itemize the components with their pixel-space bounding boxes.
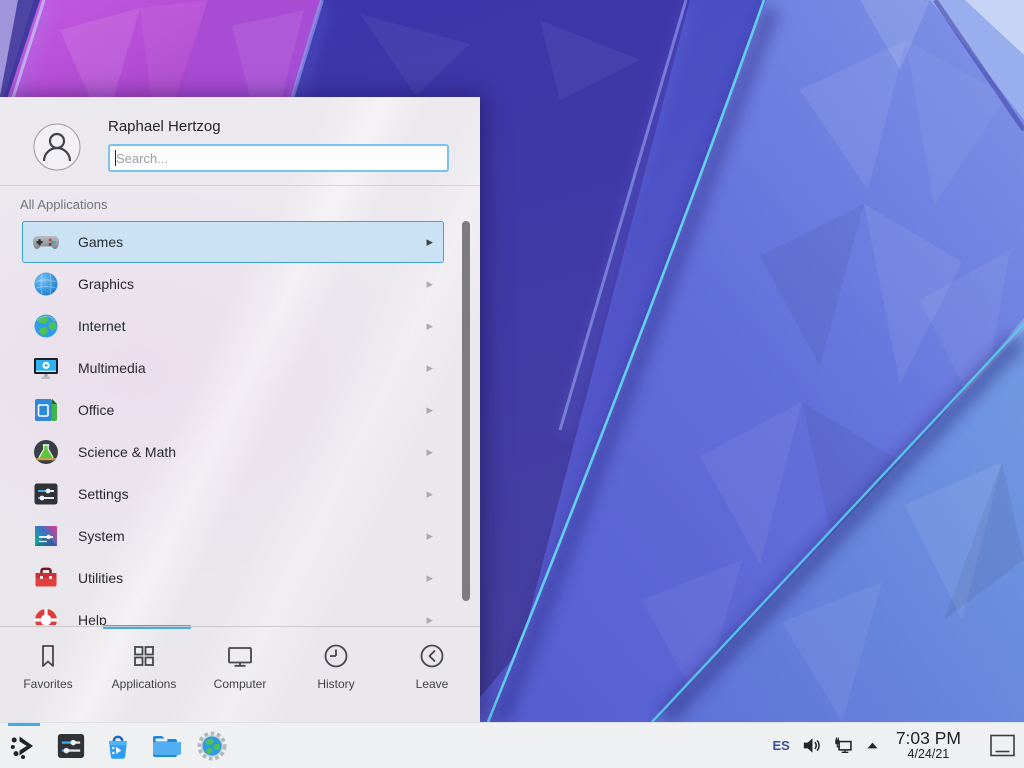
submenu-arrow-icon: ▸: [426, 318, 433, 334]
submenu-arrow-icon: ▸: [426, 276, 433, 292]
submenu-arrow-icon: ▸: [426, 612, 433, 625]
bookmark-icon: [33, 641, 63, 671]
submenu-arrow-icon: ▸: [426, 402, 433, 418]
section-label: All Applications: [20, 197, 107, 212]
menu-item-label: System: [78, 528, 426, 544]
tab-history[interactable]: History: [288, 641, 384, 722]
tab-label: Favorites: [23, 677, 72, 691]
menu-item-utilities[interactable]: Utilities▸: [22, 557, 444, 599]
applications-list: Games▸Graphics▸Internet▸Multimedia▸Offic…: [0, 221, 480, 625]
submenu-arrow-icon: ▸: [426, 360, 433, 376]
system-settings-button[interactable]: [54, 723, 88, 768]
taskbar-app-icons: [0, 723, 229, 768]
submenu-arrow-icon: ▸: [426, 444, 433, 460]
office-document-icon: [32, 396, 60, 424]
menu-item-label: Multimedia: [78, 360, 426, 376]
tab-label: Applications: [112, 677, 177, 691]
search-input[interactable]: [108, 144, 449, 172]
leave-icon: [417, 641, 447, 671]
menu-item-label: Graphics: [78, 276, 426, 292]
menu-item-label: Settings: [78, 486, 426, 502]
application-launcher-button[interactable]: [7, 723, 41, 768]
submenu-arrow-icon: ▸: [426, 528, 433, 544]
expand-tray-arrow-icon[interactable]: [865, 738, 880, 753]
applications-grid-icon: [129, 641, 159, 671]
user-name: Raphael Hertzog: [108, 118, 221, 135]
submenu-arrow-icon: ▸: [426, 234, 433, 250]
menu-item-graphics[interactable]: Graphics▸: [22, 263, 444, 305]
settings-sliders-icon: [55, 730, 87, 762]
utilities-toolbox-icon: [32, 564, 60, 592]
browser-globe-icon: [196, 730, 228, 762]
menu-item-multimedia[interactable]: Multimedia▸: [22, 347, 444, 389]
digital-clock[interactable]: 7:03 PM 4/24/21: [896, 729, 961, 762]
user-avatar-icon: [33, 123, 81, 171]
volume-icon[interactable]: [801, 735, 822, 756]
show-desktop-icon: [989, 733, 1016, 758]
multimedia-monitor-icon: [32, 354, 60, 382]
discover-bag-icon: [102, 730, 134, 762]
taskbar: ES 7:03 PM 4/24/21: [0, 722, 1024, 768]
menu-item-label: Utilities: [78, 570, 426, 586]
submenu-arrow-icon: ▸: [426, 570, 433, 586]
menu-item-label: Internet: [78, 318, 426, 334]
menu-item-office[interactable]: Office▸: [22, 389, 444, 431]
desktop: Raphael Hertzog All Applications Games▸G…: [0, 0, 1024, 768]
graphics-sphere-icon: [32, 270, 60, 298]
clock-date: 4/24/21: [896, 748, 961, 762]
system-monitor-icon: [32, 522, 60, 550]
network-icon[interactable]: [833, 735, 854, 756]
menu-item-games[interactable]: Games▸: [22, 221, 444, 263]
keyboard-layout-indicator[interactable]: ES: [772, 738, 789, 753]
text-cursor: [115, 150, 116, 166]
search-field-wrap: [108, 144, 449, 172]
help-lifebuoy-icon: [32, 606, 60, 625]
menu-item-science-math[interactable]: Science & Math▸: [22, 431, 444, 473]
user-avatar[interactable]: [33, 123, 81, 171]
menu-item-help[interactable]: Help▸: [22, 599, 444, 625]
menu-item-label: Games: [78, 234, 426, 250]
launcher-header: Raphael Hertzog: [0, 97, 480, 186]
menu-item-label: Help: [78, 612, 426, 625]
application-launcher-popup: Raphael Hertzog All Applications Games▸G…: [0, 97, 480, 722]
clock-time: 7:03 PM: [896, 729, 961, 748]
submenu-arrow-icon: ▸: [426, 486, 433, 502]
show-desktop-button[interactable]: [989, 733, 1016, 758]
tab-applications[interactable]: Applications: [96, 641, 192, 722]
menu-item-internet[interactable]: Internet▸: [22, 305, 444, 347]
tab-label: Computer: [214, 677, 267, 691]
web-browser-button[interactable]: [195, 723, 229, 768]
science-flask-icon: [32, 438, 60, 466]
discover-software-center-button[interactable]: [101, 723, 135, 768]
menu-item-system[interactable]: System▸: [22, 515, 444, 557]
menu-item-label: Science & Math: [78, 444, 426, 460]
settings-sliders-icon: [32, 480, 60, 508]
tab-favorites[interactable]: Favorites: [0, 641, 96, 722]
scrollbar-handle[interactable]: [462, 221, 470, 601]
gamepad-icon: [32, 228, 60, 256]
tab-label: Leave: [416, 677, 449, 691]
globe-icon: [32, 312, 60, 340]
kickoff-icon: [8, 730, 40, 762]
menu-item-settings[interactable]: Settings▸: [22, 473, 444, 515]
folder-icon: [149, 730, 181, 762]
tab-leave[interactable]: Leave: [384, 641, 480, 722]
tab-label: History: [317, 677, 354, 691]
file-manager-button[interactable]: [148, 723, 182, 768]
tab-computer[interactable]: Computer: [192, 641, 288, 722]
history-clock-icon: [321, 641, 351, 671]
system-tray: ES 7:03 PM 4/24/21: [772, 723, 1024, 768]
footer-tabs: Favorites Applications Computer History Leav…: [0, 626, 480, 722]
menu-item-label: Office: [78, 402, 426, 418]
computer-monitor-icon: [225, 641, 255, 671]
